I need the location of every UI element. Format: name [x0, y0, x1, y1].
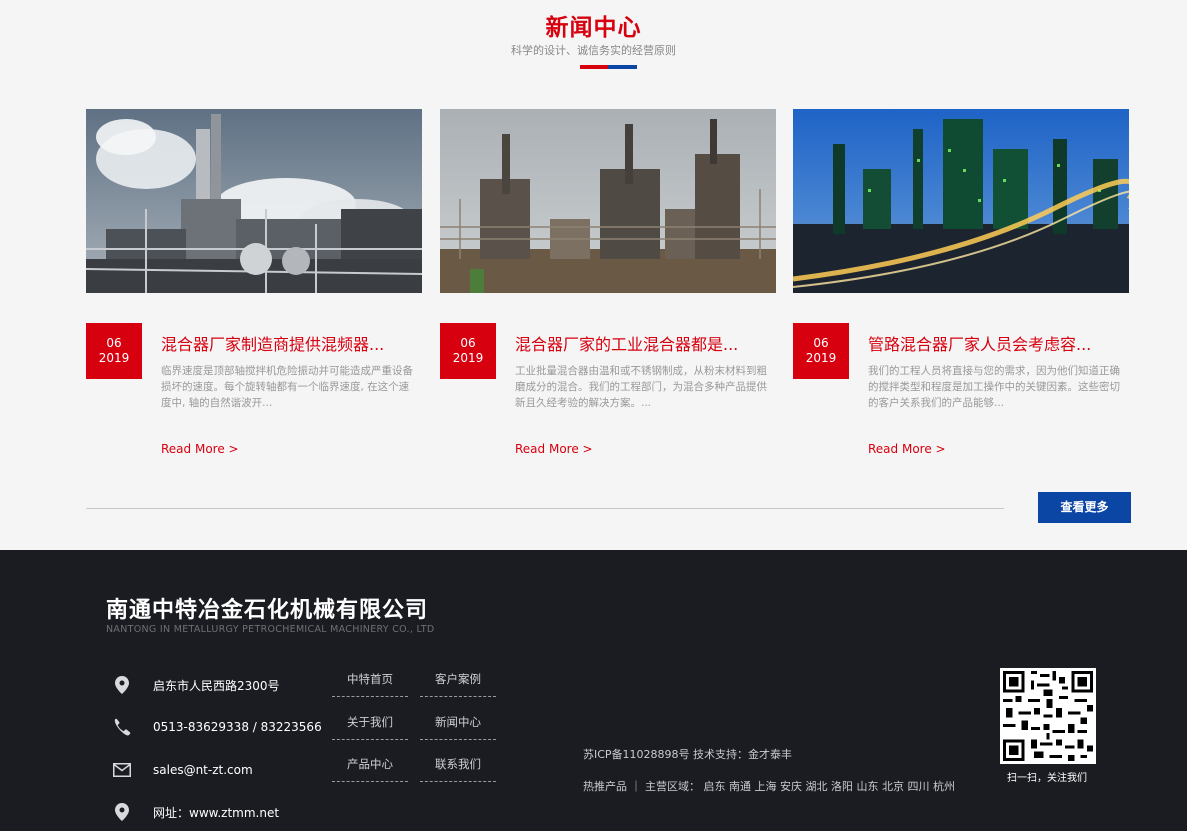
news-date-badge: 06 2019 [86, 323, 142, 379]
contact-phone: 0513-83629338 / 83223566 [112, 717, 322, 737]
address-text: 启东市人民西路2300号 [153, 678, 280, 693]
location-pin-icon [112, 802, 132, 822]
read-more-link[interactable]: Read More > [868, 442, 946, 456]
date-year: 2019 [98, 351, 130, 365]
footer-nav-cases[interactable]: 客户案例 [420, 671, 496, 697]
news-excerpt: 工业批量混合器由温和或不锈钢制成，从粉末材料到粗磨成分的混合。我们的工程部门，为… [515, 365, 767, 409]
news-image-refinery-night[interactable] [793, 109, 1129, 293]
news-card[interactable]: 06 2019 管路混合器厂家人员会考虑容... 我们的工程人员将直接与您的需求… [793, 109, 1129, 456]
date-day: 06 [813, 336, 829, 350]
news-image-refinery-day[interactable] [440, 109, 776, 293]
news-date-badge: 06 2019 [793, 323, 849, 379]
date-year: 2019 [805, 351, 837, 365]
company-name: 南通中特冶金石化机械有限公司 [106, 598, 429, 623]
hot-regions-text: 热推产品 ｜ 主营区域： 启东 南通 上海 安庆 湖北 洛阳 山东 北京 四川 … [583, 780, 955, 793]
title-underline [580, 65, 637, 69]
news-card[interactable]: 06 2019 混合器厂家制造商提供混频器... 临界速度是顶部轴搅拌机危险振动… [86, 109, 422, 456]
news-title-link[interactable]: 管路混合器厂家人员会考虑容... [868, 331, 1126, 355]
view-more-button[interactable]: 查看更多 [1038, 492, 1131, 523]
website-text[interactable]: 网址：www.ztmm.net [153, 804, 279, 821]
news-excerpt: 我们的工程人员将直接与您的需求，因为他们知道正确的搅拌类型和程度是加工操作中的关… [868, 365, 1120, 409]
footer-nav-about[interactable]: 关于我们 [332, 714, 408, 740]
date-day: 06 [106, 336, 122, 350]
news-title-link[interactable]: 混合器厂家制造商提供混频器... [161, 331, 419, 355]
read-more-link[interactable]: Read More > [515, 442, 593, 456]
news-title-link[interactable]: 混合器厂家的工业混合器都是... [515, 331, 773, 355]
location-pin-icon [112, 675, 132, 695]
phone-icon [112, 717, 132, 737]
footer-nav-news[interactable]: 新闻中心 [420, 714, 496, 740]
read-more-link[interactable]: Read More > [161, 442, 239, 456]
footer-nav-products[interactable]: 产品中心 [332, 756, 408, 782]
date-day: 06 [460, 336, 476, 350]
footer: 南通中特冶金石化机械有限公司 NANTONG IN METALLURGY PET… [0, 550, 1187, 831]
contact-address: 启东市人民西路2300号 [112, 675, 280, 695]
qr-caption: 扫一扫，关注我们 [1007, 773, 1087, 784]
qr-code-image [1000, 668, 1096, 764]
email-text[interactable]: sales@nt-zt.com [153, 763, 253, 777]
news-image-industrial-plant[interactable] [86, 109, 422, 293]
date-year: 2019 [452, 351, 484, 365]
contact-email: sales@nt-zt.com [112, 760, 253, 780]
news-excerpt: 临界速度是顶部轴搅拌机危险振动并可能造成严重设备损坏的速度。每个旋转轴都有一个临… [161, 365, 413, 409]
news-date-badge: 06 2019 [440, 323, 496, 379]
news-card[interactable]: 06 2019 混合器厂家的工业混合器都是... 工业批量混合器由温和或不锈钢制… [440, 109, 776, 456]
news-section: 新闻中心 科学的设计、诚信务实的经营原则 06 2019 混合器厂家制造商提供混… [0, 0, 1187, 550]
company-name-en: NANTONG IN METALLURGY PETROCHEMICAL MACH… [106, 624, 435, 635]
section-subtitle: 科学的设计、诚信务实的经营原则 [511, 44, 676, 57]
icp-text: 苏ICP备11028898号 技术支持：金才泰丰 [583, 748, 793, 761]
divider [86, 508, 1004, 509]
footer-nav-home[interactable]: 中特首页 [332, 671, 408, 697]
contact-website: 网址：www.ztmm.net [112, 802, 279, 822]
section-title: 新闻中心 [545, 15, 642, 41]
phone-text: 0513-83629338 / 83223566 [153, 720, 322, 734]
footer-nav-contact[interactable]: 联系我们 [420, 756, 496, 782]
mail-icon [112, 760, 132, 780]
